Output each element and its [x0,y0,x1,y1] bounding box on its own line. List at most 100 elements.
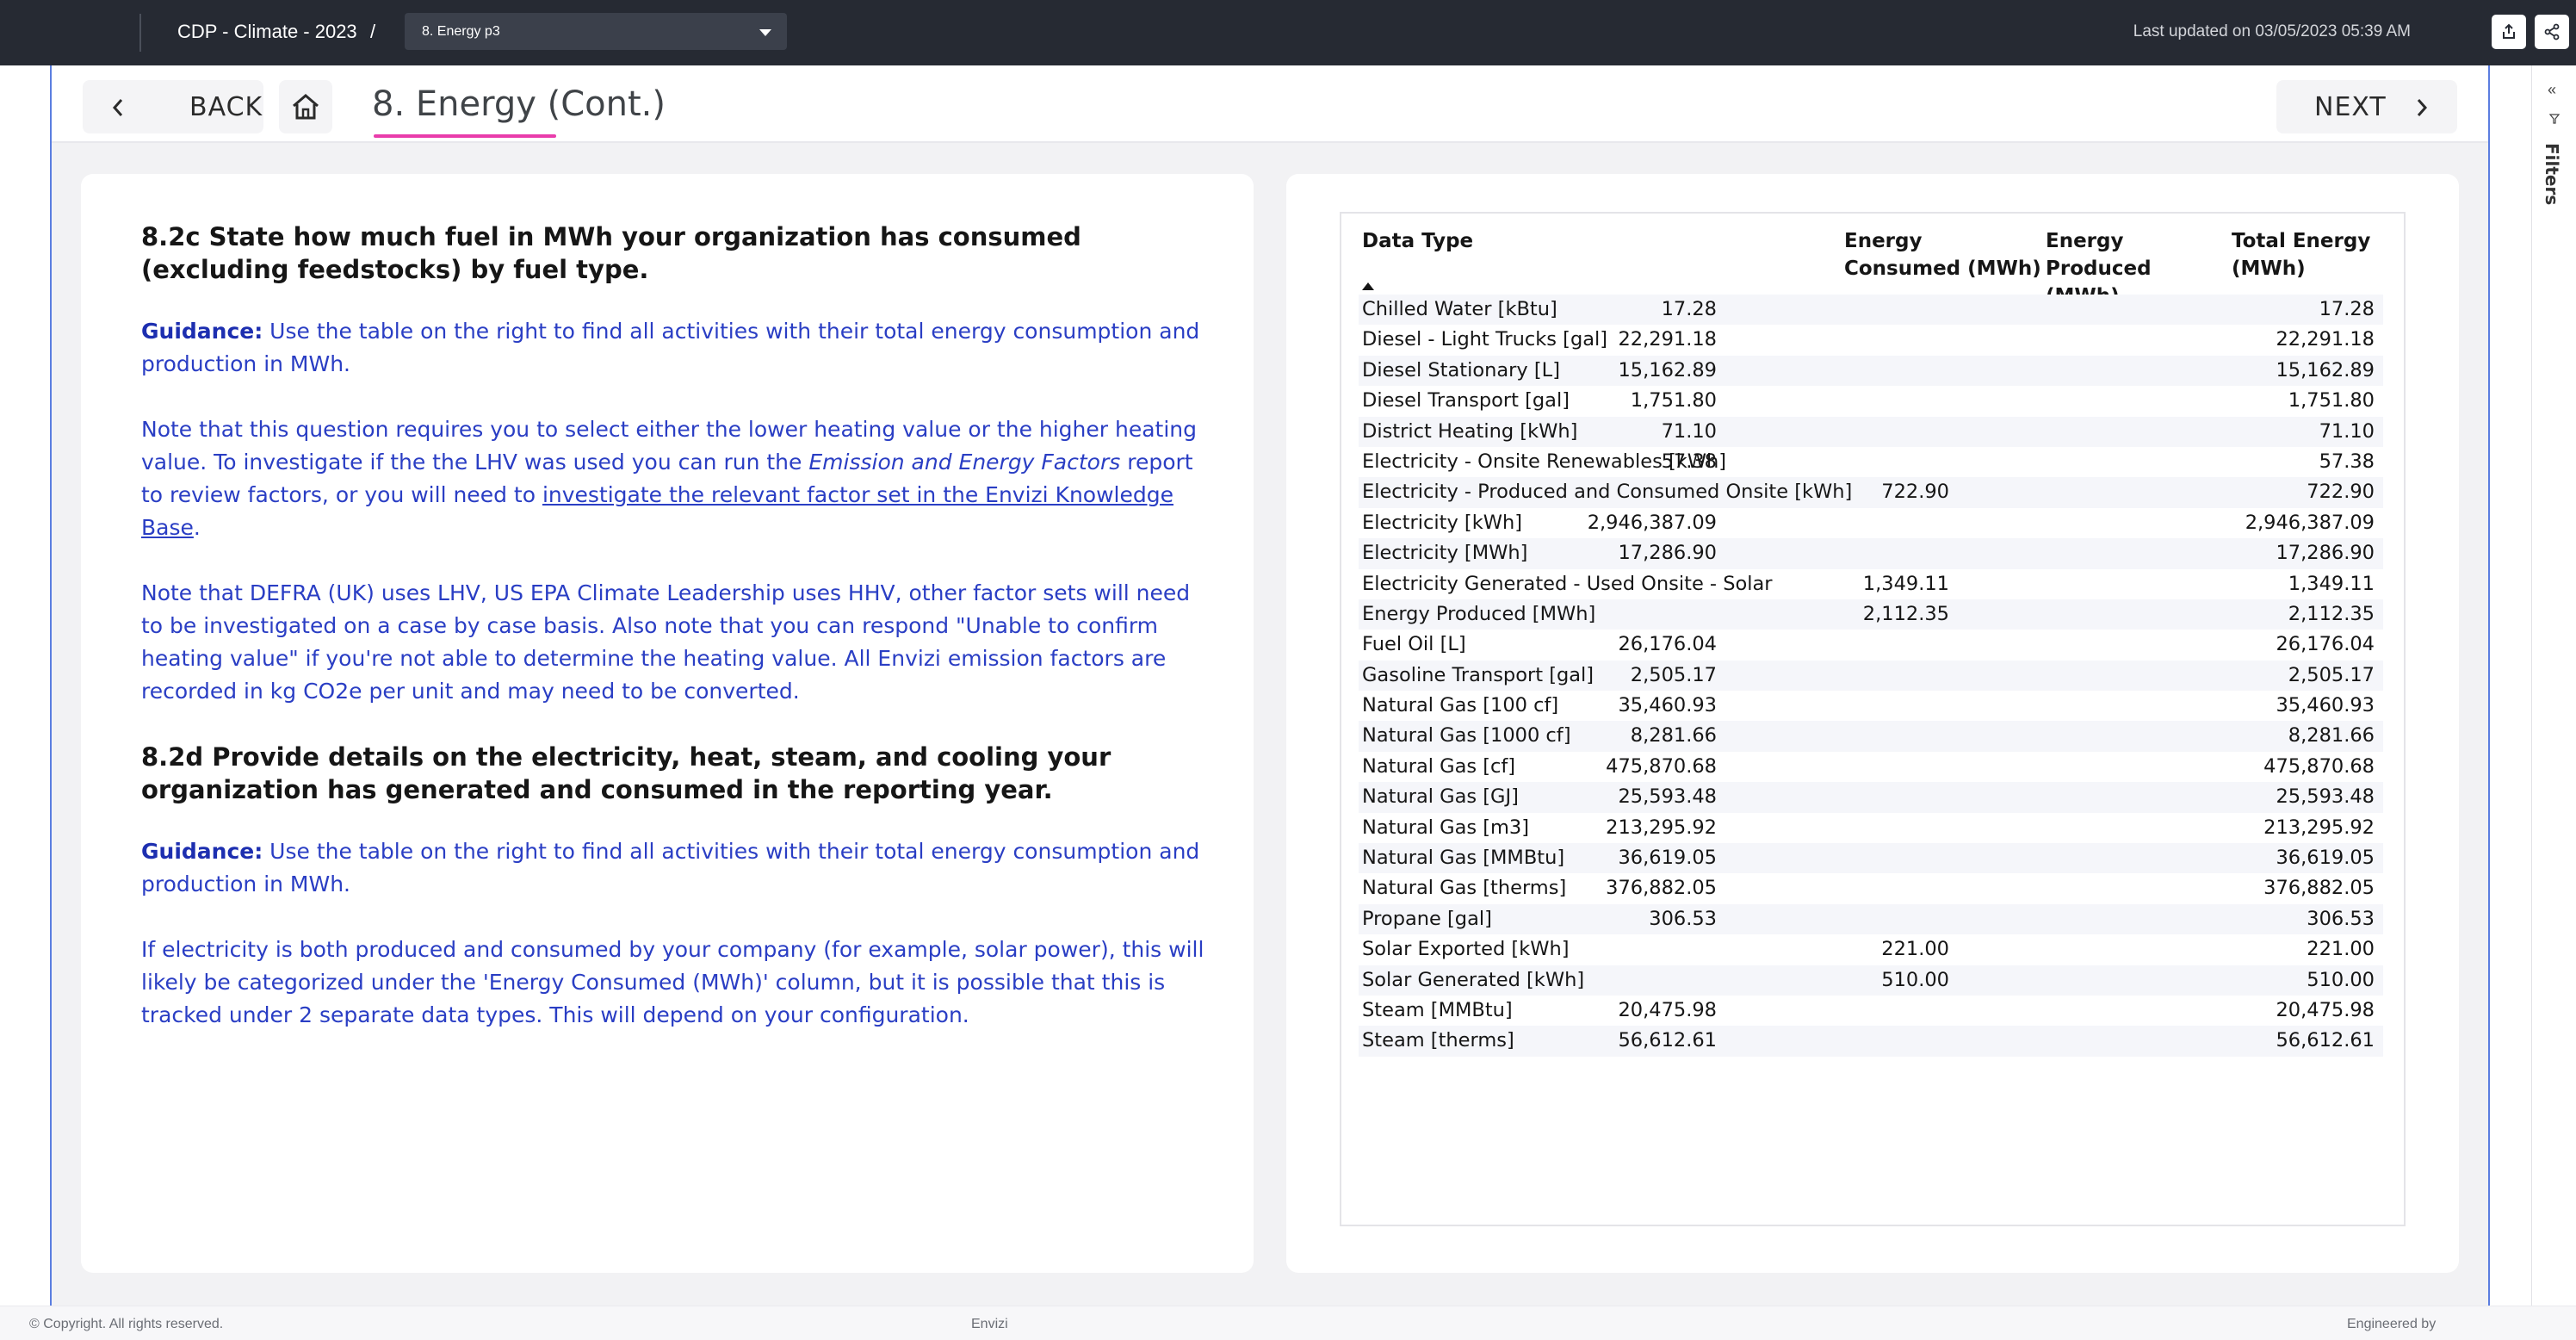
cell-data-type: Electricity [MWh] [1362,542,1528,565]
back-label: BACK [189,92,263,122]
cell-data-type: Steam [therms] [1362,1029,1514,1052]
cell-energy-consumed: 20,475.98 [1618,998,1717,1021]
chevron-right-icon [2417,99,2428,116]
filter-icon [2549,114,2560,124]
note-text: . [193,515,201,540]
cell-data-type: Diesel Transport [gal] [1362,389,1570,413]
page-select-value: 8. Energy p3 [422,24,500,39]
cell-total-energy: 1,751.80 [2288,389,2375,413]
home-button[interactable] [279,80,332,133]
cell-data-type: Propane [gal] [1362,907,1492,930]
table-row[interactable]: Chilled Water [kBtu] 17.28 17.28 [1359,295,2383,326]
guidance-label: Guidance: [141,319,263,344]
cell-total-energy: 57.38 [2319,450,2375,473]
cell-energy-produced: 221.00 [1881,938,1949,961]
cell-energy-consumed: 2,505.17 [1630,663,1717,686]
table-row[interactable]: Natural Gas [therms] 376,882.05 376,882.05 [1359,873,2383,903]
table-row[interactable]: Natural Gas [GJ] 25,593.48 25,593.48 [1359,782,2383,813]
cell-total-energy: 221.00 [2307,938,2375,961]
table-row[interactable]: Electricity - Onsite Renewables [kWh] 57.… [1359,447,2383,477]
cell-total-energy: 15,162.89 [2276,358,2375,382]
cell-data-type: Solar Generated [kWh] [1362,968,1585,991]
cell-total-energy: 25,593.48 [2276,785,2375,809]
cell-total-energy: 2,112.35 [2288,602,2375,625]
sort-ascending-icon[interactable] [1362,282,1374,290]
cell-energy-consumed: 376,882.05 [1606,877,1717,900]
table-row[interactable]: Steam [MMBtu] 20,475.98 20,475.98 [1359,996,2383,1026]
report-header: BACK 8. Energy (Cont.) NEXT [52,65,2488,143]
table-row[interactable]: Natural Gas [100 cf] 35,460.93 35,460.93 [1359,691,2383,721]
table-row[interactable]: Natural Gas [1000 cf] 8,281.66 8,281.66 [1359,721,2383,752]
cell-data-type: Diesel - Light Trucks [gal] [1362,328,1608,351]
energy-table-card: Data Type Energy Consumed (MWh) Energy P… [1286,174,2459,1273]
table-row[interactable]: District Heating [kWh] 71.10 71.10 [1359,416,2383,447]
chevron-down-icon [759,29,771,36]
guidance-card: 8.2c State how much fuel in MWh your org… [81,174,1254,1273]
column-header-total-energy[interactable]: Total Energy (MWh) [2232,227,2395,282]
cell-data-type: Natural Gas [GJ] [1362,785,1519,809]
cell-total-energy: 35,460.93 [2276,694,2375,717]
table-row[interactable]: Propane [gal] 306.53 306.53 [1359,903,2383,935]
table-row[interactable]: Solar Exported [kWh] 221.00 221.00 [1359,934,2383,965]
cell-energy-consumed: 15,162.89 [1618,358,1717,382]
report-name: Emission and Energy Factors [808,450,1121,475]
table-row[interactable]: Diesel Transport [gal] 1,751.80 1,751.80 [1359,386,2383,416]
cell-total-energy: 2,946,387.09 [2245,511,2375,534]
table-row[interactable]: Electricity [kWh] 2,946,387.09 2,946,387.0… [1359,508,2383,538]
cell-energy-consumed: 17.28 [1661,298,1717,320]
table-row[interactable]: Natural Gas [MMBtu] 36,619.05 36,619.05 [1359,843,2383,874]
cell-data-type: Electricity Generated - Used Onsite - So… [1362,572,1773,595]
collapse-icon[interactable]: « [2548,81,2556,99]
table-row[interactable]: Natural Gas [m3] 213,295.92 213,295.92 [1359,813,2383,843]
cell-energy-produced: 510.00 [1881,968,1949,991]
cell-energy-consumed: 306.53 [1649,907,1717,930]
table-row[interactable]: Diesel - Light Trucks [gal] 22,291.18 22,2… [1359,325,2383,355]
cell-energy-consumed: 36,619.05 [1618,847,1717,870]
table-row[interactable]: Electricity Generated - Used Onsite - So… [1359,569,2383,599]
heating-value-note: Note that this question requires you to … [141,413,1209,544]
cell-data-type: Electricity [kWh] [1362,511,1523,534]
table-row[interactable]: Electricity [MWh] 17,286.90 17,286.90 [1359,538,2383,569]
table-row[interactable]: Natural Gas [cf] 475,870.68 475,870.68 [1359,752,2383,782]
cell-total-energy: 722.90 [2307,481,2375,504]
filters-pane[interactable]: « Filters [2531,65,2576,1306]
cell-energy-consumed: 475,870.68 [1606,754,1717,778]
defra-note: Note that DEFRA (UK) uses LHV, US EPA Cl… [141,580,1191,704]
page-select[interactable]: 8. Energy p3 [405,13,787,50]
question-8-2c-heading: 8.2c State how much fuel in MWh your org… [141,222,1081,284]
table-row[interactable]: Energy Produced [MWh] 2,112.35 2,112.35 [1359,599,2383,630]
last-updated-text: Last updated on 03/05/2023 05:39 AM [2133,22,2411,40]
title-underline [374,134,556,138]
cell-total-energy: 1,349.11 [2288,572,2375,595]
cell-data-type: Chilled Water [kBtu] [1362,298,1557,320]
column-header-energy-consumed[interactable]: Energy Consumed (MWh) [1844,227,2042,282]
back-button[interactable]: BACK [83,80,263,133]
table-row[interactable]: Fuel Oil [L] 26,176.04 26,176.04 [1359,630,2383,660]
share-button[interactable] [2535,15,2569,49]
table-body: Chilled Water [kBtu] 17.28 17.28 Diesel - L… [1359,295,2383,1057]
page-title: 8. Energy (Cont.) [372,84,666,124]
cell-energy-consumed: 71.10 [1661,419,1717,443]
table-row[interactable]: Solar Generated [kWh] 510.00 510.00 [1359,965,2383,996]
next-button[interactable]: NEXT [2276,80,2457,133]
column-header-data-type[interactable]: Data Type [1362,227,1473,255]
report-frame: BACK 8. Energy (Cont.) NEXT 8.2c State h… [50,65,2490,1306]
filters-label[interactable]: Filters [2542,143,2562,205]
copyright-text: © Copyright. All rights reserved. [29,1317,224,1331]
guidance-text: Use the table on the right to find all a… [141,839,1200,896]
cell-total-energy: 8,281.66 [2288,724,2375,748]
table-row[interactable]: Gasoline Transport [gal] 2,505.17 2,505.17 [1359,660,2383,692]
cell-energy-consumed: 2,946,387.09 [1587,511,1717,534]
table-row[interactable]: Electricity - Produced and Consumed Onsi… [1359,477,2383,508]
export-button[interactable] [2492,15,2526,49]
guidance-label: Guidance: [141,839,263,864]
cell-energy-consumed: 17,286.90 [1618,542,1717,565]
cell-energy-consumed: 213,295.92 [1606,816,1717,839]
chevron-left-icon [112,99,123,116]
energy-table: Data Type Energy Consumed (MWh) Energy P… [1340,212,2406,1226]
table-row[interactable]: Diesel Stationary [L] 15,162.89 15,162.89 [1359,355,2383,387]
cell-total-energy: 376,882.05 [2263,877,2375,900]
breadcrumb-report[interactable]: CDP - Climate - 2023 [177,19,357,45]
table-row[interactable]: Steam [therms] 56,612.61 56,612.61 [1359,1026,2383,1057]
cell-data-type: Fuel Oil [L] [1362,633,1466,656]
